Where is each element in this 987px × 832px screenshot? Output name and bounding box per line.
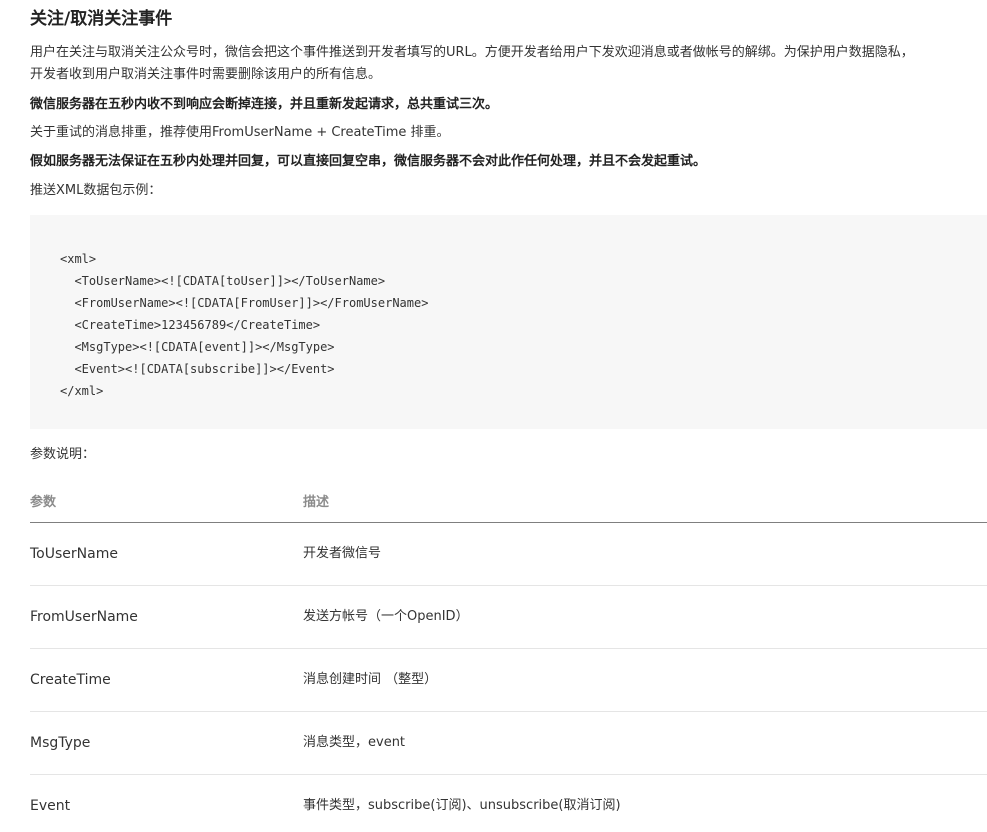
code-line: <CreateTime>123456789</CreateTime>	[60, 318, 321, 332]
param-name: Event	[30, 798, 71, 814]
retry-notice: 微信服务器在五秒内收不到响应会断掉连接，并且重新发起请求，总共重试三次。	[30, 97, 499, 112]
intro-paragraph-line-1: 用户在关注与取消关注公众号时，微信会把这个事件推送到开发者填写的URL。方便开发…	[30, 45, 914, 60]
table-row: Event 事件类型，subscribe(订阅)、unsubscribe(取消订…	[30, 775, 987, 832]
code-line: </xml>	[60, 384, 104, 398]
code-line: <Event><![CDATA[subscribe]]></Event>	[60, 362, 335, 376]
code-line: <MsgType><![CDATA[event]]></MsgType>	[60, 340, 335, 354]
param-description: 发送方帐号（一个OpenID）	[303, 609, 469, 624]
header-param: 参数	[30, 495, 57, 510]
intro-paragraph-line-2: 开发者收到用户取消关注事件时需要删除该用户的所有信息。	[30, 67, 382, 82]
xml-code-block[interactable]: <xml> <ToUserName><![CDATA[toUser]]></To…	[30, 215, 987, 429]
param-description: 消息创建时间 （整型）	[303, 672, 438, 687]
code-line: <FromUserName><![CDATA[FromUser]]></From…	[60, 296, 429, 310]
table-row: MsgType 消息类型，event	[30, 712, 987, 775]
param-name: ToUserName	[30, 546, 118, 562]
code-line: <xml>	[60, 252, 97, 266]
param-description: 开发者微信号	[303, 546, 382, 561]
param-name: CreateTime	[30, 672, 111, 688]
empty-reply-notice: 假如服务器无法保证在五秒内处理并回复，可以直接回复空串，微信服务器不会对此作任何…	[30, 154, 707, 169]
xml-example-label: 推送XML数据包示例：	[30, 183, 162, 198]
table-row: CreateTime 消息创建时间 （整型）	[30, 649, 987, 712]
params-label: 参数说明：	[30, 447, 96, 462]
header-description: 描述	[303, 495, 330, 510]
param-description: 消息类型，event	[303, 735, 406, 750]
params-table: 参数 描述 ToUserName 开发者微信号 FromUserName 发送方…	[30, 480, 987, 832]
dedupe-notice: 关于重试的消息排重，推荐使用FromUserName + CreateTime …	[30, 125, 450, 140]
param-description: 事件类型，subscribe(订阅)、unsubscribe(取消订阅)	[303, 798, 621, 813]
param-name: MsgType	[30, 735, 91, 751]
table-row: FromUserName 发送方帐号（一个OpenID）	[30, 586, 987, 649]
param-name: FromUserName	[30, 609, 138, 625]
code-line: <ToUserName><![CDATA[toUser]]></ToUserNa…	[60, 274, 386, 288]
xml-code: <xml> <ToUserName><![CDATA[toUser]]></To…	[60, 248, 428, 402]
page-title: 关注/取消关注事件	[30, 9, 173, 29]
table-row: ToUserName 开发者微信号	[30, 523, 987, 586]
table-header: 参数 描述	[30, 480, 987, 523]
